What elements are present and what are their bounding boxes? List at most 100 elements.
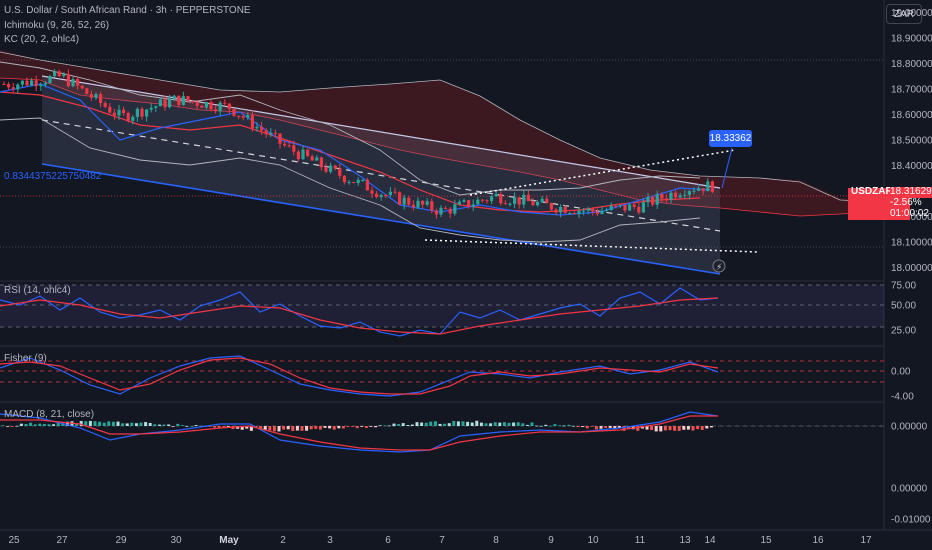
rsi-legend[interactable]: RSI (14, ohlc4) [4,285,71,297]
price-tag-price: 18.31629 [890,186,932,198]
kc-legend[interactable]: KC (20, 2, ohlc4) [4,34,79,46]
fisher-legend[interactable]: Fisher (9) [4,353,47,365]
macd-hist-bar [489,423,493,426]
candle-body [76,79,80,86]
candle-body [701,188,705,192]
macd-hist-bar [139,422,143,426]
candle-body [471,204,475,208]
candle-body [43,82,47,85]
price-tick-label: 18.50000 [891,136,932,147]
candle-body [108,106,112,113]
candle-body [117,109,121,116]
macd-hist-bar [148,422,152,426]
macd-hist-bar [429,421,433,426]
macd-hist-bar [291,426,295,431]
candle-body [53,71,57,77]
candle-body [154,106,158,108]
macd-hist-bar [410,424,414,426]
pane-tick-label: 0.00000 [891,422,928,433]
macd-hist-bar [682,426,686,430]
macd-hist-bar [24,423,28,426]
candle-body [453,204,457,214]
macd-hist-bar [38,423,42,426]
macd-hist-bar [493,422,497,426]
macd-hist-bar [438,423,442,426]
macd-hist-bar [567,424,571,426]
candle-body [559,206,563,213]
candle-body [365,179,369,191]
candle-body [214,109,218,112]
candle-body [425,201,429,205]
time-tick-label: 10 [587,535,599,546]
macd-hist-bar [479,422,483,426]
pane-tick-label: 0.00 [891,367,911,378]
macd-hist-bar [709,426,713,428]
macd-hist-bar [346,426,350,427]
candle-body [246,115,250,118]
macd-legend[interactable]: MACD (8, 21, close) [4,409,94,421]
macd-hist-bar [107,421,111,426]
macd-hist-bar [498,422,502,426]
candle-body [664,198,668,200]
candle-body [706,181,710,192]
macd-hist-bar [397,424,401,426]
symbol-title[interactable]: U.S. Dollar / South African Rand · 3h · … [4,5,251,17]
candle-body [448,208,452,214]
price-tick-label: 18.10000 [891,237,932,248]
macd-hist-bar [305,426,309,431]
candle-body [168,99,172,108]
macd-hist-bar [337,426,341,429]
candle-body [595,211,599,214]
candle-body [122,109,126,114]
macd-hist-bar [360,426,364,427]
candle-body [480,199,484,201]
candle-body [7,84,11,88]
macd-hist-bar [392,423,396,426]
macd-hist-bar [461,421,465,426]
macd-hist-bar [590,426,594,427]
candle-body [508,203,512,205]
chart-canvas[interactable]: ⚡ 19.0000018.9000018.8000018.7000018.600… [0,0,932,550]
candle-body [457,201,461,205]
macd-hist-bar [576,426,580,428]
macd-hist-bar [525,424,529,426]
candle-body [467,200,471,208]
candle-body [255,126,259,129]
candle-body [145,109,149,117]
currency-button[interactable]: ZAR [886,4,922,24]
candle-body [563,206,567,214]
candle-body [554,209,558,213]
macd-hist-bar [162,424,166,426]
macd-hist-bar [323,426,327,428]
candle-body [609,205,613,210]
macd-hist-bar [673,426,677,431]
price-axis[interactable]: 19.0000018.9000018.8000018.7000018.60000… [891,8,932,525]
macd-hist-bar [213,426,217,428]
time-tick-label: 16 [812,535,824,546]
price-callout[interactable]: 18.33362 [709,130,752,147]
macd-hist-bar [594,426,598,430]
macd-hist-bar [691,426,695,431]
pane-tick-label: -4.00 [891,392,914,403]
candle-body [48,76,52,83]
candle-body [85,88,89,95]
macd-hist-bar [355,426,359,429]
candle-body [361,179,365,181]
pane-tick-label: 0.00000 [891,484,928,495]
ichimoku-legend[interactable]: Ichimoku (9, 26, 52, 26) [4,20,109,32]
macd-hist-bar [176,423,180,426]
candle-body [540,198,544,203]
macd-hist-bar [424,422,428,426]
macd-hist-bar [677,426,681,431]
candle-body [227,103,231,109]
macd-hist-bar [15,425,19,427]
candle-body [283,143,287,146]
candle-body [301,149,305,160]
macd-hist-bar [562,425,566,427]
candle-body [513,197,517,204]
candle-body [94,94,98,98]
macd-hist-bar [383,425,387,427]
macd-hist-bar [309,426,313,430]
time-tick-label: 6 [385,535,391,546]
candle-body [407,197,411,205]
